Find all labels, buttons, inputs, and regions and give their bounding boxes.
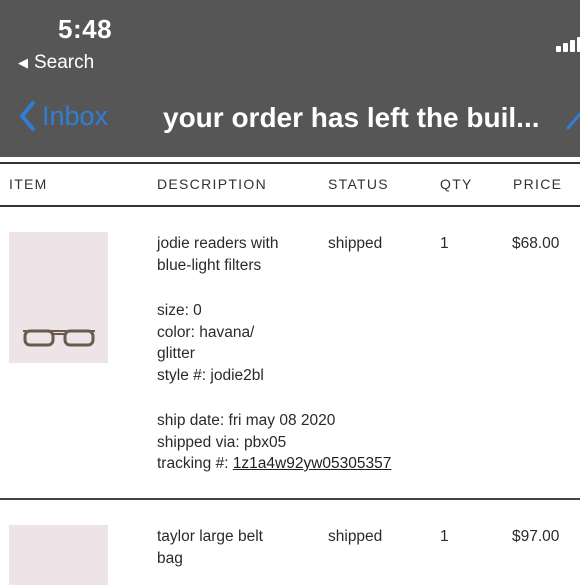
tracking-label: tracking #: (157, 455, 233, 472)
back-triangle-icon: ◀ (18, 55, 28, 70)
item-qty: 1 (440, 528, 449, 545)
chevron-up-icon[interactable] (566, 110, 580, 132)
back-app-label: Search (34, 52, 95, 73)
eyeglasses-icon (23, 329, 95, 347)
product-image[interactable] (9, 525, 108, 585)
item-name-line: taylor large belt (157, 528, 263, 545)
item-color-line: glitter (157, 345, 195, 362)
item-description: taylor large belt bag (157, 526, 263, 569)
item-color-line: color: havana/ (157, 323, 255, 341)
item-price: $68.00 (512, 235, 560, 252)
email-subject-title: your order has left the buil... (163, 102, 540, 133)
item-price: $97.00 (512, 528, 560, 545)
ship-date: ship date: fri may 08 2020 (157, 412, 336, 429)
back-to-search-button[interactable]: ◀ Search (18, 52, 94, 74)
header-divider (0, 205, 580, 207)
item-qty: 1 (440, 235, 449, 252)
inbox-back-button[interactable]: Inbox (18, 100, 108, 132)
column-header-status: STATUS (328, 176, 389, 192)
column-header-qty: QTY (440, 176, 473, 192)
status-time: 5:48 (58, 14, 113, 44)
row-divider (0, 498, 580, 500)
top-bar: 5:48 ◀ Search Inbox your order has left … (0, 0, 580, 157)
inbox-back-label: Inbox (42, 100, 109, 131)
signal-icon (556, 36, 580, 52)
tracking-line: tracking #: 1z1a4w92yw05305357 (157, 453, 391, 475)
item-name-line: blue-light filters (157, 256, 262, 274)
item-status: shipped (328, 528, 383, 545)
tracking-number-link[interactable]: 1z1a4w92yw05305357 (233, 455, 392, 472)
table-top-divider (0, 162, 580, 164)
column-header-item: ITEM (9, 176, 48, 192)
item-status: shipped (328, 235, 383, 252)
item-size: size: 0 (157, 302, 202, 319)
shipped-via: shipped via: pbx05 (157, 433, 287, 451)
column-header-price: PRICE (513, 176, 563, 192)
column-header-description: DESCRIPTION (157, 176, 267, 192)
item-name-line: bag (157, 549, 183, 567)
product-image[interactable] (9, 232, 108, 363)
item-description: jodie readers with blue-light filters si… (157, 233, 391, 475)
chevron-left-icon (20, 101, 35, 131)
item-style: style #: jodie2bl (157, 366, 264, 384)
